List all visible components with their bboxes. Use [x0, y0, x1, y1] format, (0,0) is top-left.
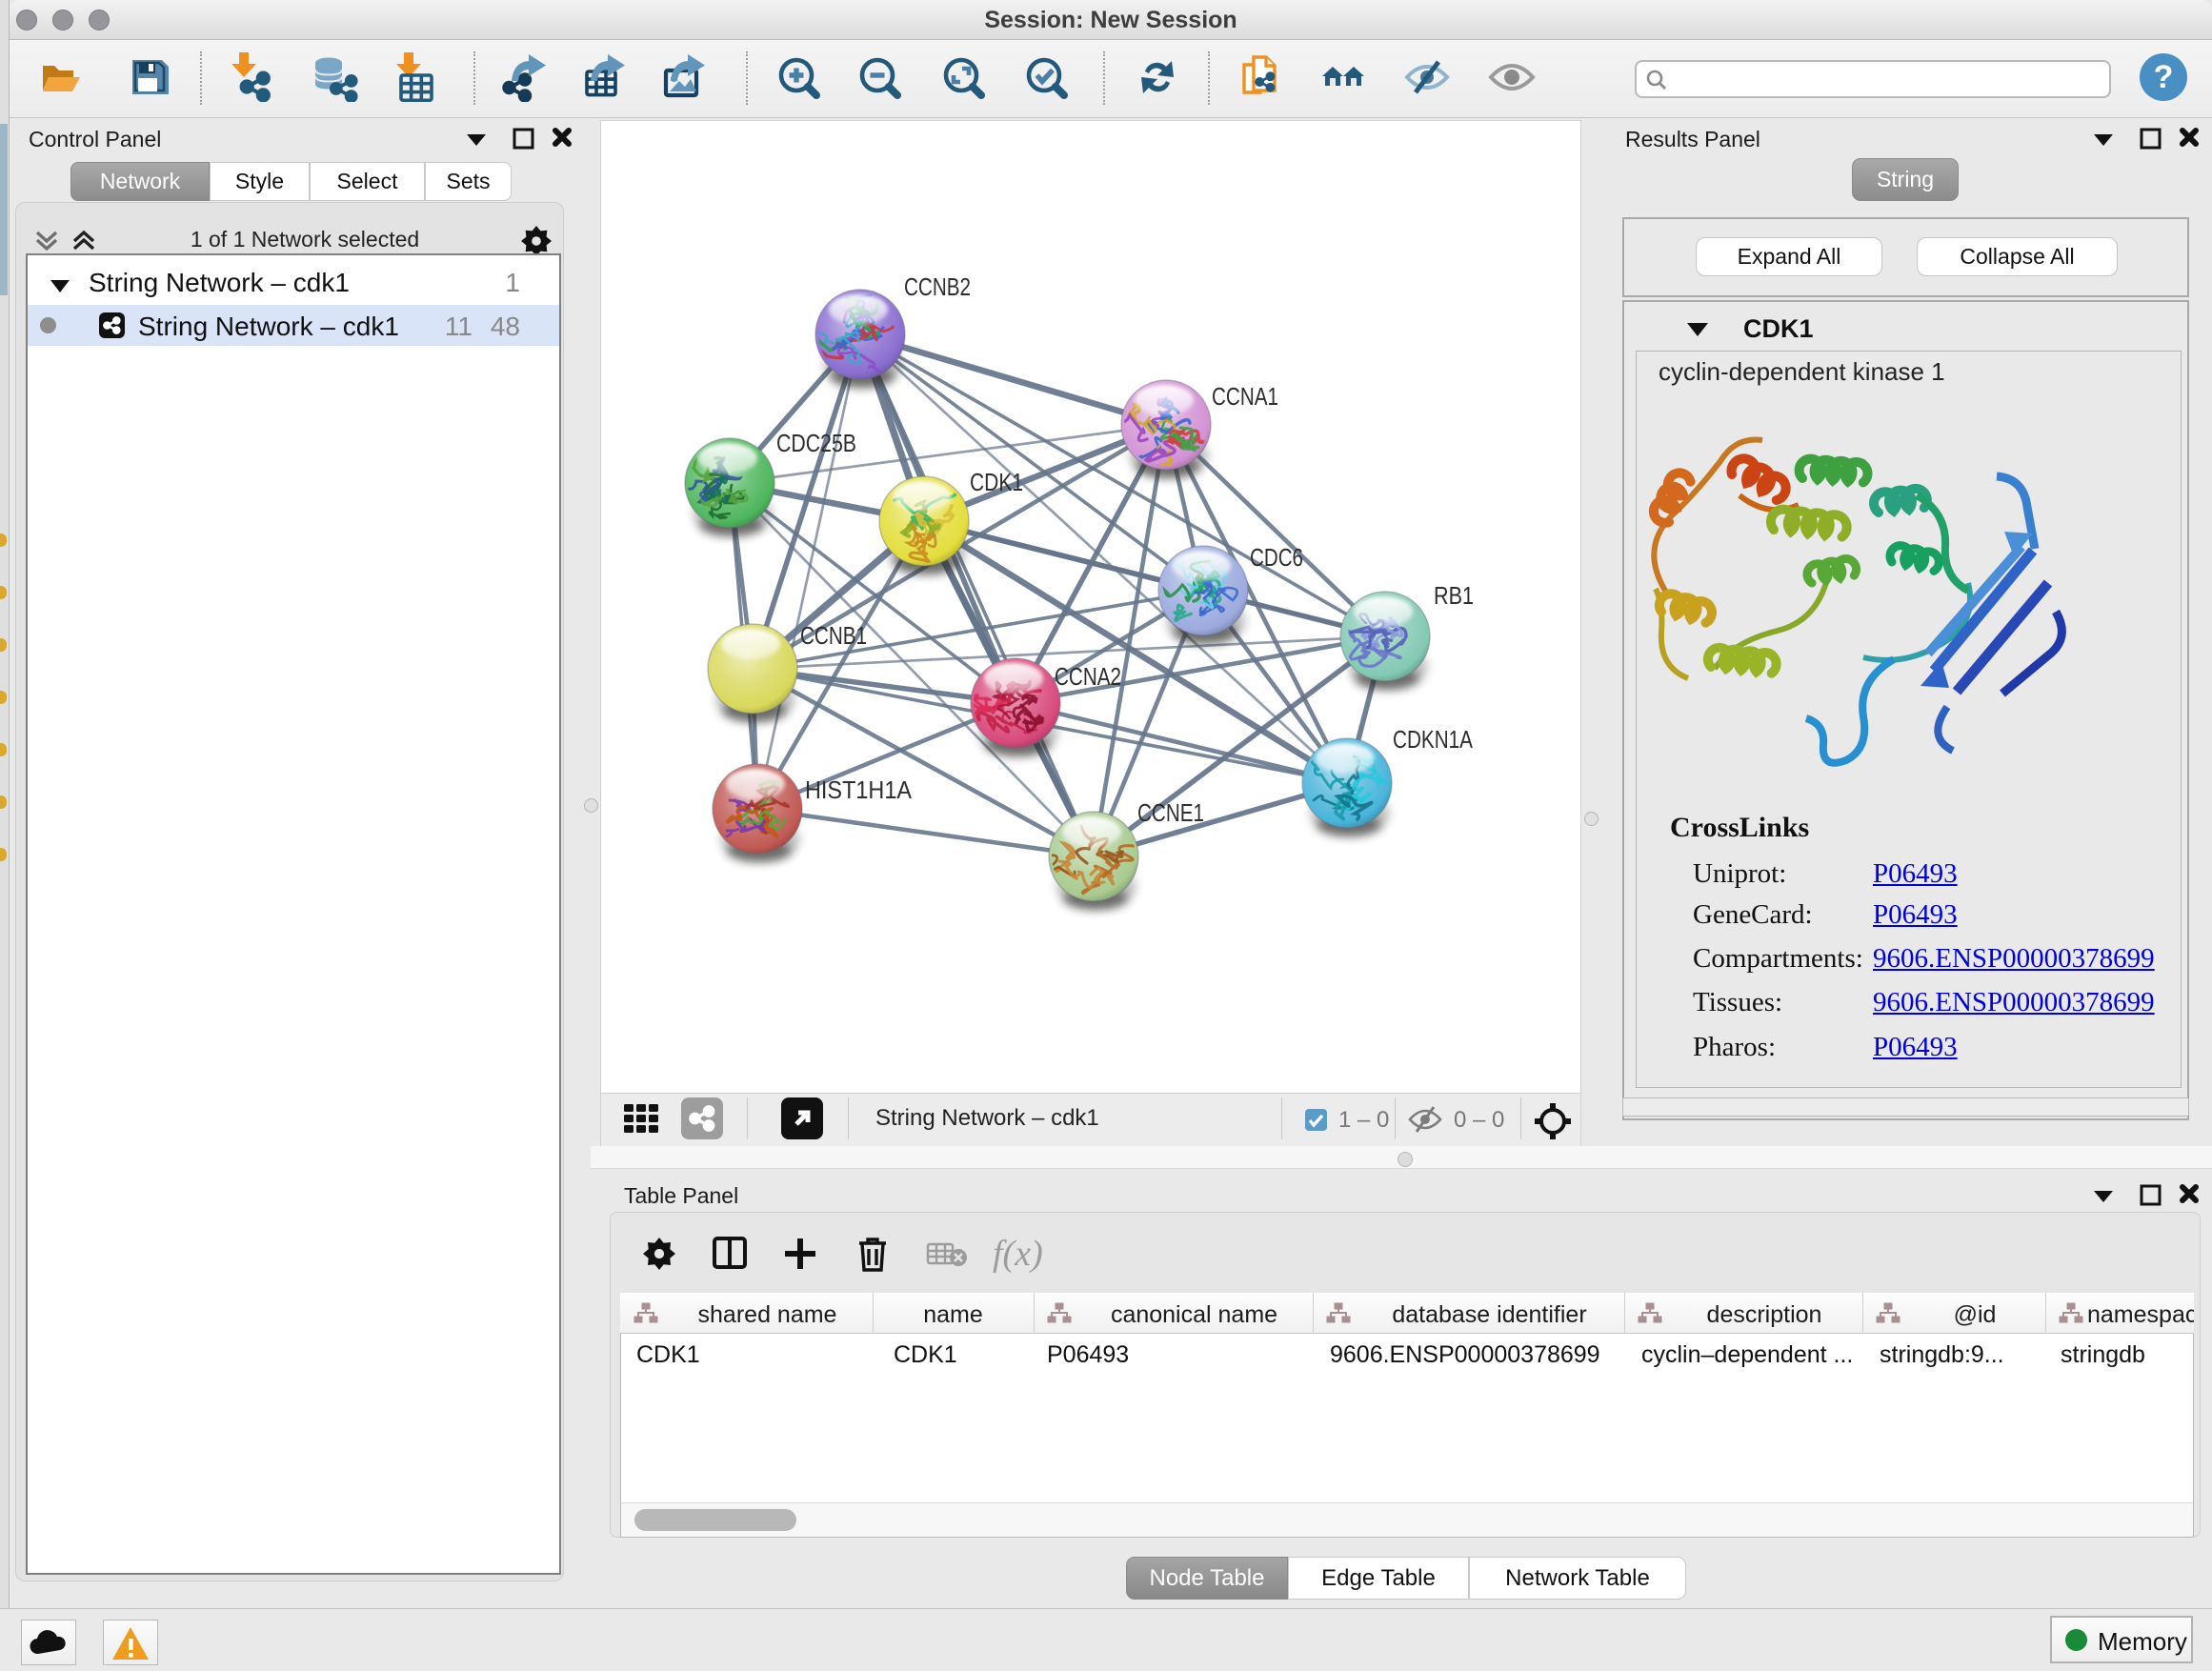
svg-text:CDC6: CDC6 — [1250, 543, 1303, 572]
svg-text:CDK1: CDK1 — [970, 468, 1023, 496]
svg-text:HIST1H1A: HIST1H1A — [805, 775, 913, 804]
svg-text:CCNB1: CCNB1 — [800, 621, 867, 650]
svg-text:RB1: RB1 — [1434, 581, 1474, 610]
svg-text:CCNA2: CCNA2 — [1055, 662, 1121, 691]
svg-text:CCNA1: CCNA1 — [1212, 382, 1278, 411]
svg-text:CDC25B: CDC25B — [776, 429, 856, 457]
svg-text:CCNE1: CCNE1 — [1137, 798, 1204, 827]
svg-text:CCNB2: CCNB2 — [904, 272, 971, 301]
svg-text:CDKN1A: CDKN1A — [1393, 725, 1474, 754]
